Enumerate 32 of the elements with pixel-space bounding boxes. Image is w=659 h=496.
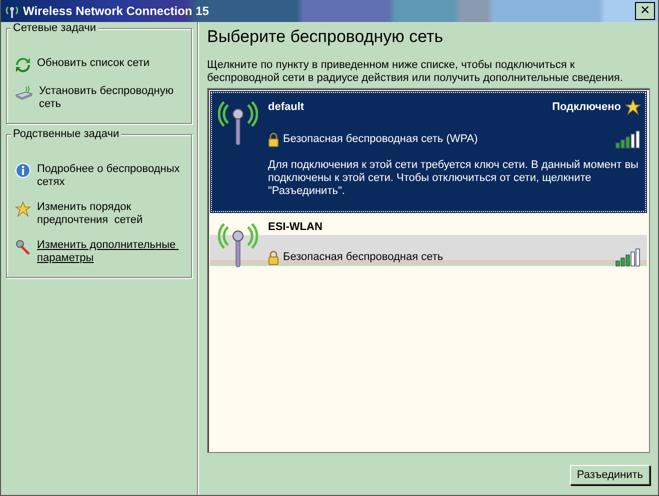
network-details: Для подключения к этой сети требуется ключ сети. В данный момент вы подключены к этой сети. Чтобы отключиться от сети, щелкните "Разъединить".: [268, 159, 640, 198]
star-icon: [15, 201, 31, 217]
lock-icon: [268, 250, 279, 264]
refresh-icon: [15, 57, 31, 73]
security-label: Безопасная беспроводная сеть: [283, 251, 444, 263]
tools-icon: [15, 239, 31, 255]
network-name: ESI-WLAN: [268, 221, 322, 233]
connection-status: Подключено: [552, 101, 621, 113]
signal-strength-icon: [615, 129, 641, 149]
task-link[interactable]: Изменить порядок предпочтения сетей: [37, 201, 185, 227]
info-icon: [15, 163, 31, 179]
security-label: Безопасная беспроводная сеть (WPA): [283, 133, 479, 145]
group-title: Родственные задачи: [11, 128, 122, 140]
task-link[interactable]: Установить беспроводную сеть: [39, 85, 185, 111]
network-item[interactable]: default Подключено Безопасная беспроводная сеть (WPA) Для подключения к этой сети требуется ключ сети. В данный момент вы подключены к этой сети. Чтобы отключиться от сети, щелкните "Разъединить".: [210, 91, 647, 213]
task-link[interactable]: Изменить дополнительные параметры: [37, 239, 185, 265]
antenna-icon: [218, 221, 258, 269]
window-title: Wireless Network Connection 15: [23, 4, 210, 18]
signal-strength-icon: [615, 247, 641, 267]
instruction-text: Щелкните по пункту в приведенном ниже списке, чтобы подключиться к беспроводной сети в радиусе действия или получить дополнительные сведения.: [207, 59, 624, 85]
lock-icon: [268, 132, 279, 146]
antenna-icon: [218, 99, 258, 147]
network-name: default: [268, 101, 304, 113]
disconnect-button[interactable]: Разъединить: [570, 465, 650, 485]
router-icon: [15, 85, 33, 101]
task-link[interactable]: Подробнее о беспроводных сетях: [37, 163, 185, 189]
group-title: Сетевые задачи: [11, 22, 98, 34]
star-icon: [625, 99, 641, 115]
page-heading: Выберите беспроводную сеть: [207, 27, 444, 47]
wireless-icon: [4, 4, 20, 18]
close-button[interactable]: ×: [635, 2, 655, 20]
task-link[interactable]: Обновить список сети: [37, 57, 150, 70]
